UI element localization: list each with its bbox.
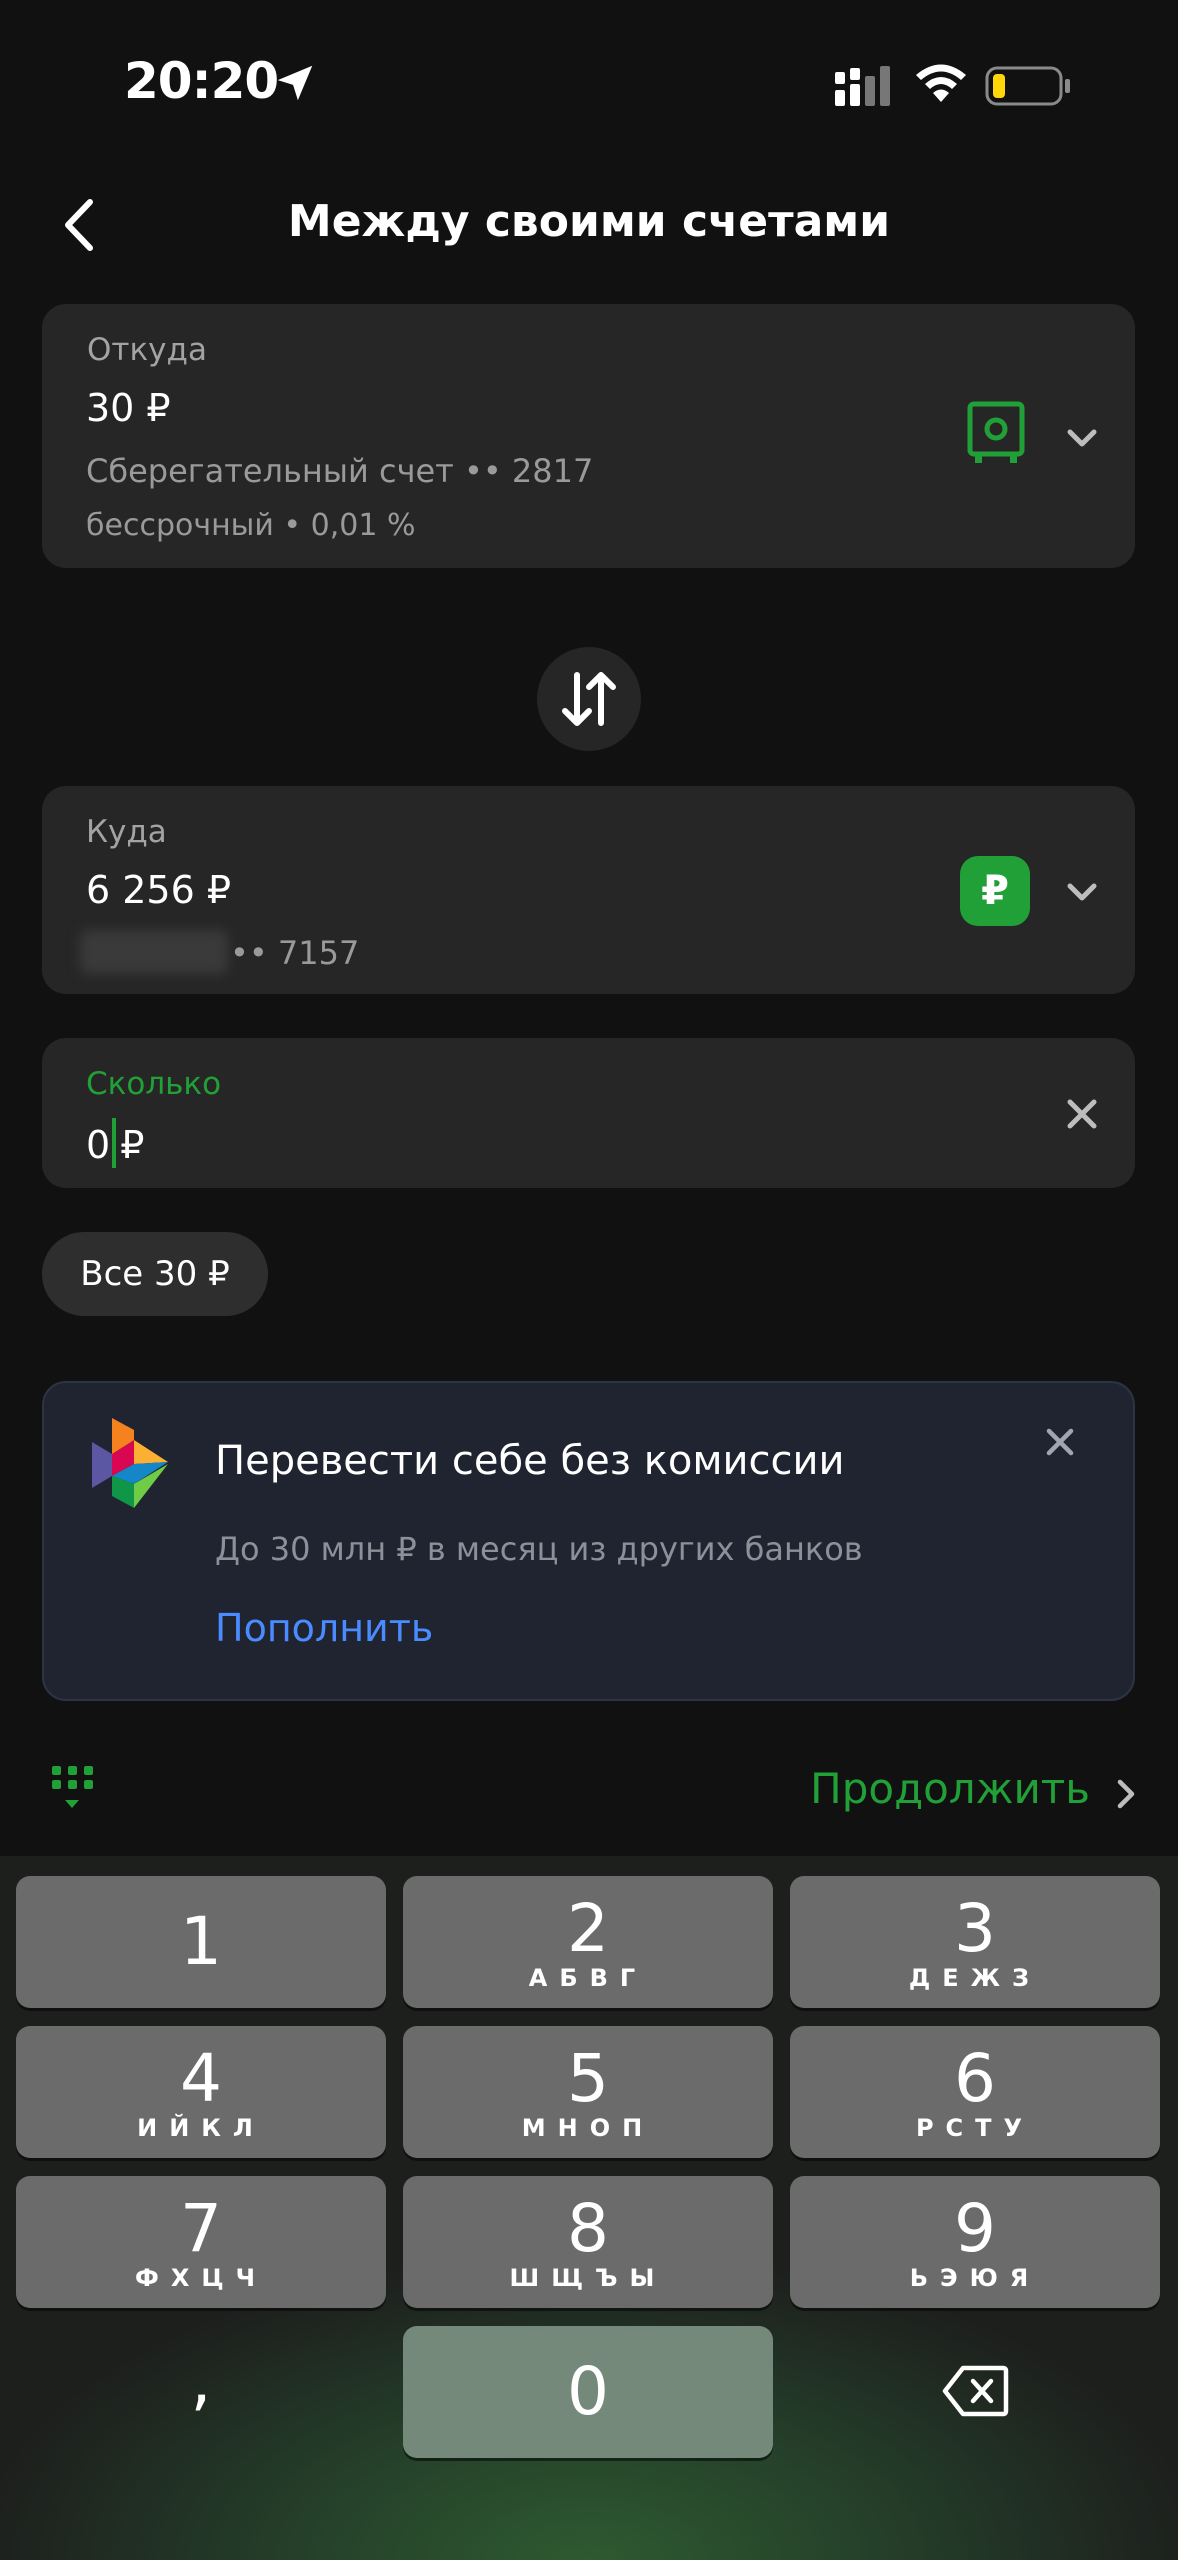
location-arrow-icon: [277, 65, 313, 101]
safe-icon: [967, 401, 1025, 463]
battery-icon: [985, 66, 1070, 106]
from-amount: 30 ₽: [86, 386, 171, 430]
to-amount: 6 256 ₽: [86, 868, 232, 912]
key-letters: ДЕЖЗ: [908, 1964, 1042, 1992]
key-digit: 6: [954, 2040, 996, 2117]
key-9[interactable]: 9 ЬЭЮЯ: [790, 2176, 1160, 2308]
key-letters: ФХЦЧ: [135, 2264, 267, 2292]
status-time: 20:20: [124, 52, 279, 110]
key-digit: 0: [567, 2353, 609, 2430]
key-letters: МНОП: [521, 2114, 655, 2142]
promo-title: Перевести себе без комиссии: [215, 1438, 845, 1484]
ruble-badge-icon: ₽: [960, 856, 1030, 926]
key-letters: РСТУ: [915, 2114, 1035, 2142]
text-cursor: [112, 1118, 117, 1168]
key-letters: ШЩЪЫ: [509, 2264, 667, 2292]
numeric-keyboard: 1 2 АБВГ 3 ДЕЖЗ 4 ИЙКЛ 5 МНОП 6 РСТУ 7 Ф…: [0, 1856, 1178, 2560]
chevron-right-icon: [1117, 1779, 1135, 1809]
amount-input-value[interactable]: 0 ₽: [86, 1118, 144, 1168]
key-1[interactable]: 1: [16, 1876, 386, 2008]
keypad-toggle-icon[interactable]: [50, 1766, 96, 1816]
from-account-details: бессрочный • 0,01 %: [86, 508, 416, 543]
key-comma-label: ,: [190, 2342, 212, 2419]
to-label: Куда: [86, 814, 167, 850]
chevron-down-icon[interactable]: [1062, 424, 1102, 454]
key-digit: 3: [954, 1890, 996, 1967]
key-digit: 8: [567, 2190, 609, 2267]
key-8[interactable]: 8 ШЩЪЫ: [403, 2176, 773, 2308]
amount-currency: ₽: [120, 1123, 145, 1167]
swap-arrows-icon: [562, 672, 616, 726]
hidden-account-name: [80, 930, 228, 974]
clear-icon[interactable]: [1064, 1096, 1100, 1132]
to-account-suffix: •• 7157: [230, 934, 360, 972]
continue-button[interactable]: Продолжить: [810, 1764, 1090, 1813]
key-digit: 2: [567, 1890, 609, 1967]
from-account-name: Сберегательный счет •• 2817: [86, 452, 594, 490]
key-2[interactable]: 2 АБВГ: [403, 1876, 773, 2008]
amount-value: 0: [86, 1123, 111, 1167]
sbp-logo-icon: [92, 1418, 168, 1508]
key-0[interactable]: 0: [403, 2326, 773, 2458]
key-7[interactable]: 7 ФХЦЧ: [16, 2176, 386, 2308]
chevron-down-icon[interactable]: [1062, 878, 1102, 908]
key-3[interactable]: 3 ДЕЖЗ: [790, 1876, 1160, 2008]
key-digit: 4: [180, 2040, 222, 2117]
page-title: Между своими счетами: [287, 196, 891, 247]
key-letters: ЬЭЮЯ: [909, 2264, 1041, 2292]
key-digit: 9: [954, 2190, 996, 2267]
backspace-icon: [942, 2365, 1009, 2417]
key-digit: 7: [180, 2190, 222, 2267]
key-4[interactable]: 4 ИЙКЛ: [16, 2026, 386, 2158]
key-6[interactable]: 6 РСТУ: [790, 2026, 1160, 2158]
top-up-link[interactable]: Пополнить: [215, 1606, 433, 1650]
key-5[interactable]: 5 МНОП: [403, 2026, 773, 2158]
key-digit: 1: [180, 1903, 222, 1980]
key-comma[interactable]: ,: [16, 2326, 386, 2458]
key-letters: АБВГ: [528, 1964, 648, 1992]
close-icon[interactable]: [1044, 1426, 1076, 1458]
key-backspace[interactable]: [790, 2326, 1160, 2458]
transfer-all-button[interactable]: Все 30 ₽: [42, 1232, 268, 1316]
amount-label: Сколько: [86, 1066, 222, 1102]
wifi-icon: [916, 64, 966, 102]
swap-accounts-button[interactable]: [537, 647, 641, 751]
promo-text: До 30 млн ₽ в месяц из других банков: [215, 1530, 863, 1568]
from-label: Откуда: [87, 332, 207, 368]
key-letters: ИЙКЛ: [137, 2114, 265, 2142]
key-digit: 5: [567, 2040, 609, 2117]
amount-field[interactable]: [42, 1038, 1135, 1188]
cellular-signal-icon: [835, 66, 890, 106]
